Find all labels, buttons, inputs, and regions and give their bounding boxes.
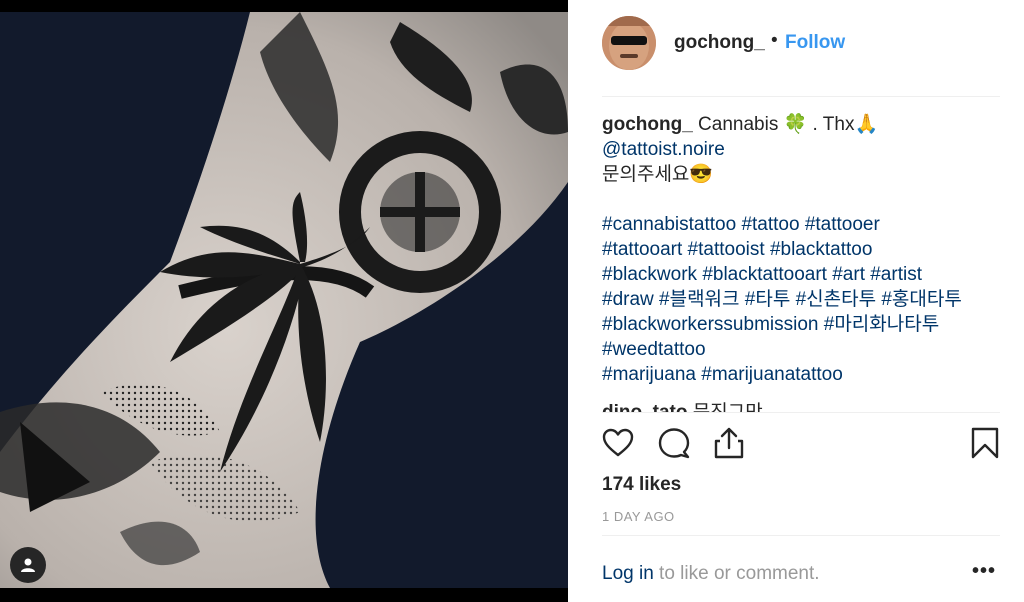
user-tag-icon	[21, 558, 35, 572]
caption-divider	[602, 412, 1000, 413]
post-side-panel: gochong_ • Follow gochong_ Cannabis 🍀 . …	[568, 0, 1024, 602]
post-username[interactable]: gochong_	[674, 32, 765, 54]
post-caption: gochong_ Cannabis 🍀 . Thx🙏 @tattoist.noi…	[602, 112, 1000, 408]
separator-dot: •	[771, 30, 778, 51]
footer-divider	[602, 535, 1000, 536]
hashtag-line[interactable]: #blackworkerssubmission #마리화나타투	[602, 314, 939, 335]
heart-icon	[602, 428, 634, 457]
caption-username[interactable]: gochong_	[602, 114, 693, 135]
login-link[interactable]: Log in	[602, 563, 654, 584]
bookmark-icon	[971, 427, 999, 459]
post-photo[interactable]	[0, 12, 568, 588]
comment-username[interactable]: dino_tato	[602, 402, 688, 412]
hashtag-line[interactable]: #blackwork #blacktattooart #art #artist	[602, 264, 922, 285]
comment-text: 문진그만	[688, 402, 763, 412]
caption-mention-link[interactable]: @tattoist.noire	[602, 139, 725, 160]
like-button[interactable]	[601, 426, 635, 460]
comment-clip: dino_tato 문진그만	[568, 392, 1024, 412]
caption-line-1: gochong_ Cannabis 🍀 . Thx🙏	[602, 112, 1000, 137]
login-prompt-text: to like or comment.	[653, 563, 820, 584]
post-timestamp[interactable]: 1 DAY AGO	[602, 509, 675, 524]
hashtag-line[interactable]: #weedtattoo	[602, 339, 706, 360]
action-bar	[568, 420, 1024, 468]
tattoo-arm-image	[0, 12, 568, 588]
comment-icon	[658, 428, 690, 459]
hashtag-line[interactable]: #marijuana #marijuanatattoo	[602, 364, 843, 385]
header-divider	[602, 96, 1000, 97]
avatar[interactable]	[602, 16, 656, 70]
likes-count[interactable]: 174 likes	[602, 474, 681, 496]
share-button[interactable]	[712, 426, 746, 460]
caption-korean-line: 문의주세요😎	[602, 164, 714, 185]
save-button[interactable]	[968, 426, 1002, 460]
post-header: gochong_ • Follow	[568, 0, 1024, 96]
caption-text: Cannabis 🍀 . Thx🙏	[692, 114, 879, 135]
hashtag-line[interactable]: #draw #블랙워크 #타투 #신촌타투 #홍대타투	[602, 289, 962, 310]
share-icon	[714, 427, 744, 459]
login-prompt: Log in to like or comment.	[602, 563, 820, 585]
follow-button[interactable]: Follow	[785, 32, 845, 54]
caption-hashtags: #cannabistattoo #tattoo #tattooer #tatto…	[602, 212, 1000, 387]
hashtag-line[interactable]: #cannabistattoo #tattoo #tattooer	[602, 214, 880, 235]
hashtag-line[interactable]: #tattooart #tattooist #blacktattoo	[602, 239, 872, 260]
more-options-button[interactable]: •••	[972, 560, 996, 583]
comment-button[interactable]	[657, 426, 691, 460]
user-tag-button[interactable]	[10, 547, 46, 583]
next-comment: dino_tato 문진그만	[602, 397, 763, 412]
